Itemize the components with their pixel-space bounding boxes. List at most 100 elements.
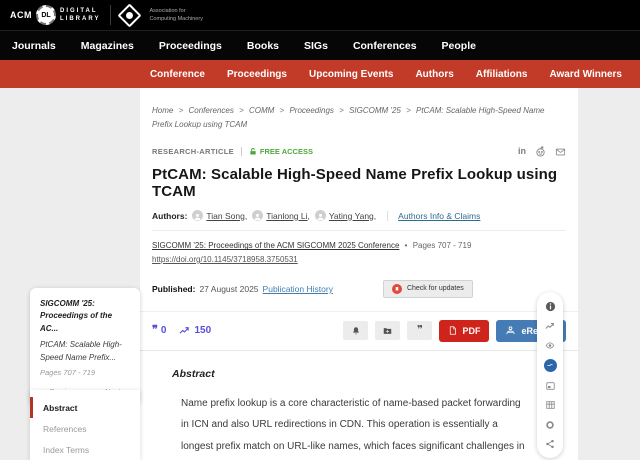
side-paper-title: PtCAM: Scalable High-Speed Name Prefix..… [40,339,130,364]
acm-association-logo[interactable]: Association forComputing Machinery [121,7,203,24]
nav-item-conferences[interactable]: Conferences [353,40,417,52]
record-icon[interactable] [545,420,555,430]
association-label: Association forComputing Machinery [149,7,203,24]
breadcrumb-separator: > [239,106,244,115]
ereader-icon [505,325,516,336]
author-avatar [252,210,263,221]
published-date: 27 August 2025 [199,284,258,294]
author-link[interactable]: Tianlong Li [252,210,310,221]
linkedin-share-icon[interactable]: in [518,147,526,156]
pages-text: Pages 707 - 719 [413,241,472,250]
downloads-count[interactable]: 150 [178,325,211,336]
venue-separator: • [405,241,408,250]
author-avatar [315,210,326,221]
abstract-text: Name prefix lookup is a core characteris… [172,393,540,460]
breadcrumb-sigcomm25[interactable]: SIGCOMM '25 [349,106,401,115]
nav-item-proceedings[interactable]: Proceedings [159,40,222,52]
proceedings-link[interactable]: SIGCOMM '25: Proceedings of the ACM SIGC… [152,241,399,250]
check-for-updates-button[interactable]: Check for updates [383,280,473,298]
author-link[interactable]: Tian Song [192,210,247,221]
pdf-button[interactable]: PDF [439,320,489,342]
dl-gear-icon: DL [36,5,56,25]
published-label: Published: [152,284,195,294]
citation-count[interactable]: ❞ 0 [152,325,166,336]
alerts-button[interactable] [343,321,368,340]
citation-count-value: 0 [161,325,167,336]
downloads-trend-icon [178,325,191,336]
breadcrumb-proceedings[interactable]: Proceedings [289,106,333,115]
author-link[interactable]: Yating Yang [315,210,376,221]
breadcrumb-separator: > [406,106,411,115]
subnav-item-upcoming-events[interactable]: Upcoming Events [309,69,393,80]
info-icon[interactable] [545,301,556,312]
published-row: Published: 27 August 2025 Publication Hi… [152,280,566,298]
authors-label: Authors: [152,211,187,221]
section-nav-abstract[interactable]: Abstract [30,397,140,418]
article-action-buttons: ❞ PDF eReader [343,320,566,342]
brand-divider [110,5,111,25]
digital-library-label: DIGITALLIBRARY [60,7,100,23]
subnav-item-award-winners[interactable]: Award Winners [549,69,622,80]
venue-line: SIGCOMM '25: Proceedings of the ACM SIGC… [152,240,566,267]
publication-history-link[interactable]: Publication History [263,284,333,294]
meta-divider [241,147,242,156]
acm-logo-text: ACM [10,10,32,20]
free-access-badge: FREE ACCESS [249,147,313,156]
article-title: PtCAM: Scalable High-Speed Name Prefix L… [152,166,566,200]
crossmark-icon [392,284,402,294]
breadcrumb: Home > Conferences > COMM > Proceedings … [152,104,566,131]
nav-item-journals[interactable]: Journals [12,40,56,52]
proceeding-side-card: SIGCOMM '25: Proceedings of the AC... Pt… [30,288,140,405]
save-to-binder-button[interactable] [375,321,400,340]
folder-add-icon [382,326,393,336]
side-proceeding-title[interactable]: SIGCOMM '25: Proceedings of the AC... [40,298,130,335]
breadcrumb-conferences[interactable]: Conferences [188,106,233,115]
nav-item-people[interactable]: People [442,40,476,52]
breadcrumb-separator: > [280,106,285,115]
breadcrumb-home[interactable]: Home [152,106,173,115]
pdf-button-label: PDF [462,326,480,336]
side-pages: Pages 707 - 719 [40,368,130,377]
reddit-share-icon[interactable] [535,146,546,157]
doi-link[interactable]: https://doi.org/10.1145/3718958.3750531 [152,254,298,267]
tables-icon[interactable] [545,400,556,410]
article-content-card: Home > Conferences > COMM > Proceedings … [140,88,578,460]
bell-icon [351,326,361,336]
nav-item-books[interactable]: Books [247,40,279,52]
subnav-item-authors[interactable]: Authors [415,69,453,80]
nav-item-magazines[interactable]: Magazines [81,40,134,52]
check-for-updates-label: Check for updates [407,285,464,292]
media-icon[interactable] [545,381,556,391]
email-share-icon[interactable] [555,147,566,157]
share-icon[interactable] [545,439,555,449]
section-nav-index-terms[interactable]: Index Terms [30,439,140,460]
article-section-nav: Abstract References Index Terms Recommen… [30,390,140,460]
open-lock-icon [249,147,257,156]
abstract-heading: Abstract [172,368,540,380]
pdf-file-icon [448,325,457,336]
top-header-bar: ACM DL DIGITALLIBRARY Association forCom… [0,0,640,30]
article-meta-row: RESEARCH-ARTICLE FREE ACCESS in [152,146,566,157]
author-avatar [192,210,203,221]
blue-badge-icon[interactable] [544,359,557,372]
acm-diamond-icon [118,3,142,27]
authors-info-claims-link[interactable]: Authors Info & Claims [387,211,480,221]
abstract-section: Abstract Name prefix lookup is a core ch… [152,368,566,460]
subnav-item-proceedings[interactable]: Proceedings [227,69,287,80]
share-icons-group: in [518,146,566,157]
free-access-label: FREE ACCESS [260,147,313,156]
subnav-item-conference[interactable]: Conference [150,69,205,80]
floating-tools-toolbar [537,292,563,458]
acm-dl-logo[interactable]: ACM DL DIGITALLIBRARY [10,5,100,25]
subnav-item-affiliations[interactable]: Affiliations [476,69,528,80]
eye-icon[interactable] [544,341,556,350]
cite-button[interactable]: ❞ [407,321,432,340]
conference-subnav: Conference Proceedings Upcoming Events A… [0,60,640,88]
section-nav-references[interactable]: References [30,418,140,439]
breadcrumb-comm[interactable]: COMM [249,106,274,115]
breadcrumb-separator: > [339,106,344,115]
citation-quote-icon: ❞ [152,327,158,334]
metrics-icon[interactable] [544,321,556,331]
downloads-count-value: 150 [194,325,211,336]
nav-item-sigs[interactable]: SIGs [304,40,328,52]
